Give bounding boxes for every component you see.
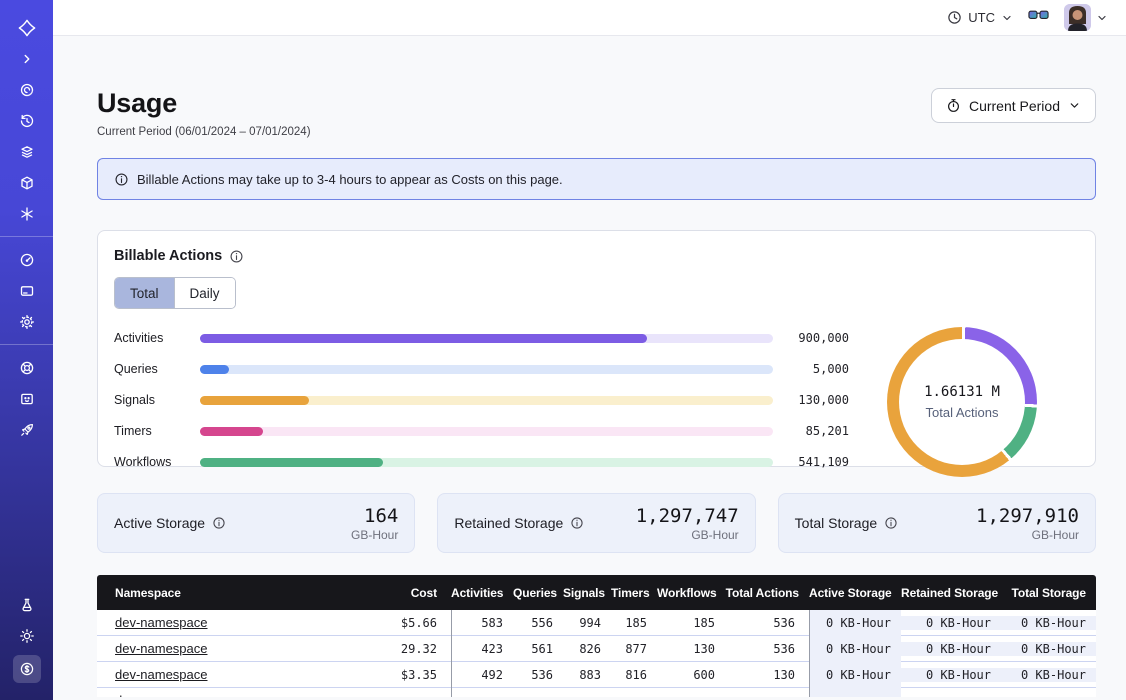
bar-track (200, 427, 773, 436)
info-icon[interactable] (570, 516, 584, 530)
usage-gauge-icon[interactable] (15, 248, 39, 272)
support-lifebuoy-icon[interactable] (15, 356, 39, 380)
tab-total[interactable]: Total (115, 278, 174, 308)
theme-sun-icon[interactable] (15, 624, 39, 648)
avatar (1064, 4, 1091, 31)
bar-row-workflows: Workflows 541,109 (114, 455, 849, 469)
bar-track (200, 334, 773, 343)
storage-unit: GB-Hour (636, 528, 739, 542)
bar-row-signals: Signals 130,000 (114, 393, 849, 407)
namespace-link[interactable]: dev-namespace (115, 615, 208, 630)
bar-row-queries: Queries 5,000 (114, 362, 849, 376)
storage-unit: GB-Hour (976, 528, 1079, 542)
table-header: Namespace Cost Activities Queries Signal… (97, 575, 1096, 610)
sidebar-divider (0, 236, 53, 237)
chevron-down-icon (1096, 12, 1108, 24)
storage-summary-row: Active Storage 164 GB-Hour Retained Stor… (97, 493, 1096, 553)
layers-icon[interactable] (15, 140, 39, 164)
content: Usage Current Period (06/01/2024 – 07/01… (53, 36, 1126, 697)
retained-storage-card: Retained Storage 1,297,747 GB-Hour (437, 493, 755, 553)
table-row-partial: dev-namespace (97, 688, 1096, 697)
info-icon[interactable] (229, 249, 244, 264)
usage-coin-icon[interactable] (13, 655, 41, 683)
storage-unit: GB-Hour (351, 528, 398, 542)
namespace-link[interactable]: dev-namespace (115, 641, 208, 656)
app-root: UTC Usage (0, 0, 1126, 700)
asterisk-icon[interactable] (15, 202, 39, 226)
docs-monitor-icon[interactable] (15, 387, 39, 411)
chevron-down-icon (1001, 12, 1013, 24)
expand-chevron-icon[interactable] (15, 47, 39, 71)
period-dropdown-button[interactable]: Current Period (931, 88, 1096, 123)
sidebar-divider (0, 344, 53, 345)
feedback-glasses-icon[interactable] (1028, 8, 1049, 27)
page-subtitle: Current Period (06/01/2024 – 07/01/2024) (97, 126, 311, 138)
info-icon[interactable] (884, 516, 898, 530)
tab-daily[interactable]: Daily (174, 278, 235, 308)
bar-track (200, 458, 773, 467)
bar-track (200, 365, 773, 374)
sidebar (0, 0, 53, 700)
total-storage-value: 1,297,910 (976, 505, 1079, 527)
bar-track (200, 396, 773, 405)
schedules-icon[interactable] (15, 109, 39, 133)
stopwatch-icon (946, 98, 961, 113)
bar-row-timers: Timers 85,201 (114, 424, 849, 438)
billable-bar-chart: Activities 900,000 Queries 5,000 Signals (114, 327, 849, 477)
namespace-usage-table: Namespace Cost Activities Queries Signal… (97, 575, 1096, 697)
labs-flask-icon[interactable] (15, 593, 39, 617)
namespaces-icon[interactable] (15, 78, 39, 102)
table-row: dev-namespace $5.66 583 556 994 185 185 … (97, 610, 1096, 636)
info-icon (114, 172, 129, 187)
rocket-icon[interactable] (15, 418, 39, 442)
temporal-logo-icon[interactable] (15, 16, 39, 40)
billing-card-icon[interactable] (15, 279, 39, 303)
timezone-selector[interactable]: UTC (947, 10, 1013, 25)
topbar: UTC (53, 0, 1126, 36)
chevron-down-icon (1068, 99, 1081, 112)
retained-storage-value: 1,297,747 (636, 505, 739, 527)
total-actions-donut: 1.66131 M Total Actions (887, 327, 1037, 477)
timezone-label: UTC (968, 10, 995, 25)
total-storage-card: Total Storage 1,297,910 GB-Hour (778, 493, 1096, 553)
active-storage-card: Active Storage 164 GB-Hour (97, 493, 415, 553)
namespace-link[interactable]: dev-namespace (115, 693, 208, 697)
clock-icon (947, 10, 962, 25)
user-menu[interactable] (1064, 4, 1108, 31)
donut-total-label: Total Actions (926, 405, 999, 420)
page-title: Usage (97, 88, 311, 119)
deployments-cube-icon[interactable] (15, 171, 39, 195)
table-row: dev-namespace 29.32 423 561 826 877 130 … (97, 636, 1096, 662)
billable-actions-card: Billable Actions Total Daily Activities … (97, 230, 1096, 467)
namespace-link[interactable]: dev-namespace (115, 667, 208, 682)
billable-view-tabs: Total Daily (114, 277, 236, 309)
active-storage-value: 164 (351, 505, 398, 527)
donut-total-value: 1.66131 M (924, 384, 1000, 400)
info-banner: Billable Actions may take up to 3-4 hour… (97, 158, 1096, 200)
billable-actions-title: Billable Actions (114, 248, 222, 264)
settings-gear-icon[interactable] (15, 310, 39, 334)
banner-text: Billable Actions may take up to 3-4 hour… (137, 172, 563, 187)
info-icon[interactable] (212, 516, 226, 530)
table-row: dev-namespace $3.35 492 536 883 816 600 … (97, 662, 1096, 688)
bar-row-activities: Activities 900,000 (114, 331, 849, 345)
